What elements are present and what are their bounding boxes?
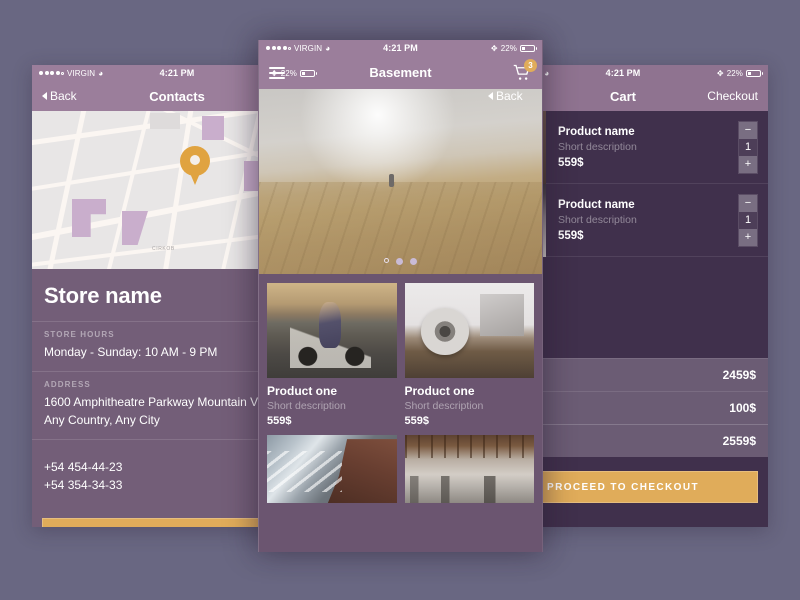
mockup-canvas: VIRGIN ◕ 4:21 PM ✥ 22% Back Contacts	[0, 0, 800, 600]
product-name: Product name	[558, 199, 738, 211]
carousel-dot-1[interactable]	[384, 258, 389, 263]
hero-image	[259, 89, 542, 274]
carousel-dot-2[interactable]	[396, 258, 403, 265]
increase-quantity-button[interactable]: +	[739, 156, 757, 173]
bluetooth-icon: ✥	[491, 44, 498, 53]
product-card[interactable]	[267, 435, 397, 503]
hero-carousel[interactable]	[259, 89, 542, 274]
product-card[interactable]: Product one Short description 559$	[267, 283, 397, 427]
status-bar: VIRGIN ◕ 4:21 PM ✥ 22%	[259, 40, 542, 56]
chevron-left-icon	[42, 92, 47, 100]
product-name: Product one	[267, 384, 397, 398]
decrease-quantity-button[interactable]: −	[739, 195, 757, 212]
status-bar-right: ✥ 22%	[491, 44, 535, 53]
product-image	[267, 283, 397, 378]
product-card[interactable]: Product one Short description 559$	[405, 283, 535, 427]
hamburger-menu-icon	[269, 67, 285, 79]
checkout-link[interactable]: Checkout	[707, 89, 758, 103]
product-description: Short description	[405, 400, 535, 412]
product-grid: Product one Short description 559$ Produ…	[259, 274, 542, 503]
product-name: Product one	[405, 384, 535, 398]
product-image	[405, 435, 535, 503]
product-price: 559$	[267, 415, 397, 427]
cart-item-text: Product name Short description 559$	[546, 199, 738, 242]
decrease-quantity-button[interactable]: −	[739, 122, 757, 139]
cart-button[interactable]: 3	[512, 64, 532, 82]
product-description: Short description	[558, 141, 738, 153]
phone-screen-basement: VIRGIN ◕ 4:21 PM ✥ 22% Basement	[258, 40, 543, 552]
bluetooth-icon: ✥	[717, 69, 724, 78]
grand-total-value: 2559$	[723, 434, 756, 448]
product-image	[405, 283, 535, 378]
product-image	[267, 435, 397, 503]
back-label: Back	[50, 89, 77, 103]
quantity-value: 1	[739, 212, 757, 229]
carousel-dot-3[interactable]	[410, 258, 417, 265]
battery-percent: 22%	[501, 44, 517, 53]
increase-quantity-button[interactable]: +	[739, 229, 757, 246]
product-price: 559$	[558, 157, 738, 169]
cart-item-text: Product name Short description 559$	[546, 126, 738, 169]
quantity-value: 1	[739, 139, 757, 156]
map-street-label: CIRKOB	[152, 246, 175, 252]
back-button[interactable]: Back	[488, 89, 523, 103]
chevron-left-icon	[488, 92, 493, 100]
battery-icon	[746, 70, 761, 77]
map-pin-icon[interactable]	[180, 146, 210, 186]
shopping-cart-icon: 3	[512, 64, 532, 82]
product-name: Product name	[558, 126, 738, 138]
product-price: 559$	[558, 230, 738, 242]
product-description: Short description	[267, 400, 397, 412]
battery-icon	[300, 70, 315, 77]
shipping-value: 100$	[729, 401, 756, 415]
back-button[interactable]: Back	[42, 89, 77, 103]
carousel-dots[interactable]	[259, 258, 542, 265]
back-label: Back	[496, 89, 523, 103]
quantity-stepper[interactable]: − 1 +	[738, 194, 758, 247]
cart-badge: 3	[524, 59, 537, 72]
product-card[interactable]	[405, 435, 535, 503]
quantity-stepper[interactable]: − 1 +	[738, 121, 758, 174]
status-bar-right: ✥ 22%	[717, 69, 761, 78]
battery-percent: 22%	[727, 69, 743, 78]
product-price: 559$	[405, 415, 535, 427]
battery-icon	[520, 45, 535, 52]
subtotal-value: 2459$	[723, 368, 756, 382]
product-description: Short description	[558, 214, 738, 226]
hamburger-menu-button[interactable]	[269, 67, 285, 79]
